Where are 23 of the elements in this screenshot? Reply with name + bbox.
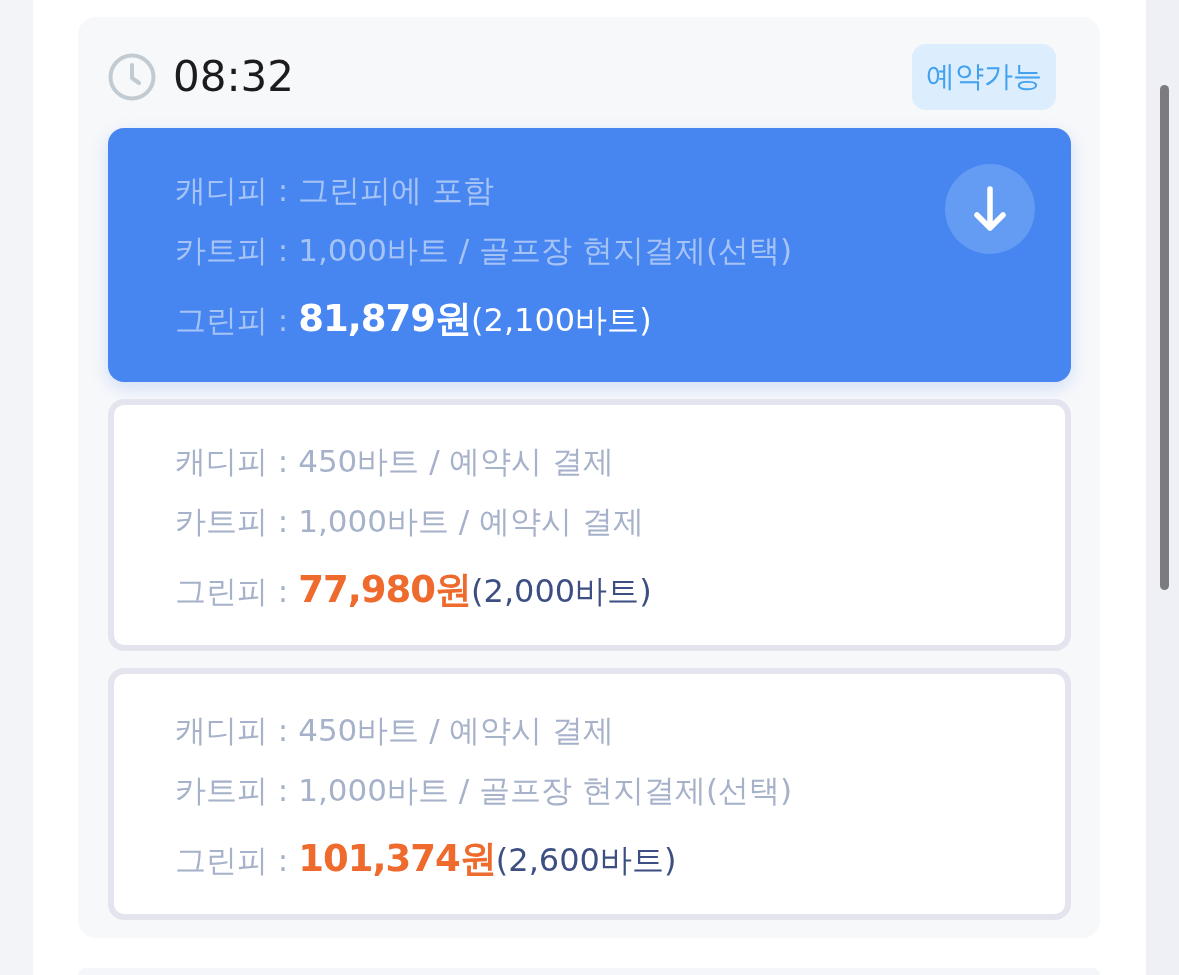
fee-text: 카트피 : 1,000바트 / 예약시 결제	[175, 502, 644, 541]
baht-text: (2,000바트)	[471, 571, 652, 612]
fee-text: 캐디피 : 450바트 / 예약시 결제	[175, 442, 615, 481]
fee-text: 카트피 : 1,000바트 / 골프장 현지결제(선택)	[175, 771, 793, 810]
price-text: 101,374원	[298, 836, 496, 882]
baht-text: (2,600바트)	[495, 840, 677, 881]
price-option-card[interactable]: 캐디피 : 그린피에 포함 카트피 : 1,000바트 / 골프장 현지결제(선택) 그린피 : 81,879원(2,100바트)	[108, 128, 1071, 382]
price-option-card[interactable]: 캐디피 : 450바트 / 예약시 결제 카트피 : 1,000바트 / 골프장 현지결제(선택) 그린피 : 101,374원(2,600바트)	[108, 668, 1071, 920]
price-text: 81,879원	[298, 296, 472, 342]
baht-text: (2,100바트)	[471, 300, 652, 341]
price-option-card[interactable]: 캐디피 : 450바트 / 예약시 결제 카트피 : 1,000바트 / 예약시 결제 그린피 : 77,980원(2,000바트)	[108, 399, 1071, 651]
fee-text: 캐디피 : 450바트 / 예약시 결제	[175, 711, 615, 750]
time-text: 08:32	[173, 52, 295, 102]
fee-label: 그린피 :	[175, 301, 289, 340]
fee-label: 그린피 :	[175, 841, 289, 880]
fee-text: 카트피 : 1,000바트 / 골프장 현지결제(선택)	[175, 231, 793, 270]
fee-label: 그린피 :	[175, 572, 289, 611]
arrow-down-icon	[973, 186, 1007, 232]
price-text: 77,980원	[298, 567, 472, 613]
clock-icon	[108, 53, 156, 101]
scrollbar-thumb[interactable]	[1160, 85, 1169, 590]
fee-text: 캐디피 : 그린피에 포함	[175, 171, 494, 210]
status-badge: 예약가능	[912, 44, 1056, 110]
